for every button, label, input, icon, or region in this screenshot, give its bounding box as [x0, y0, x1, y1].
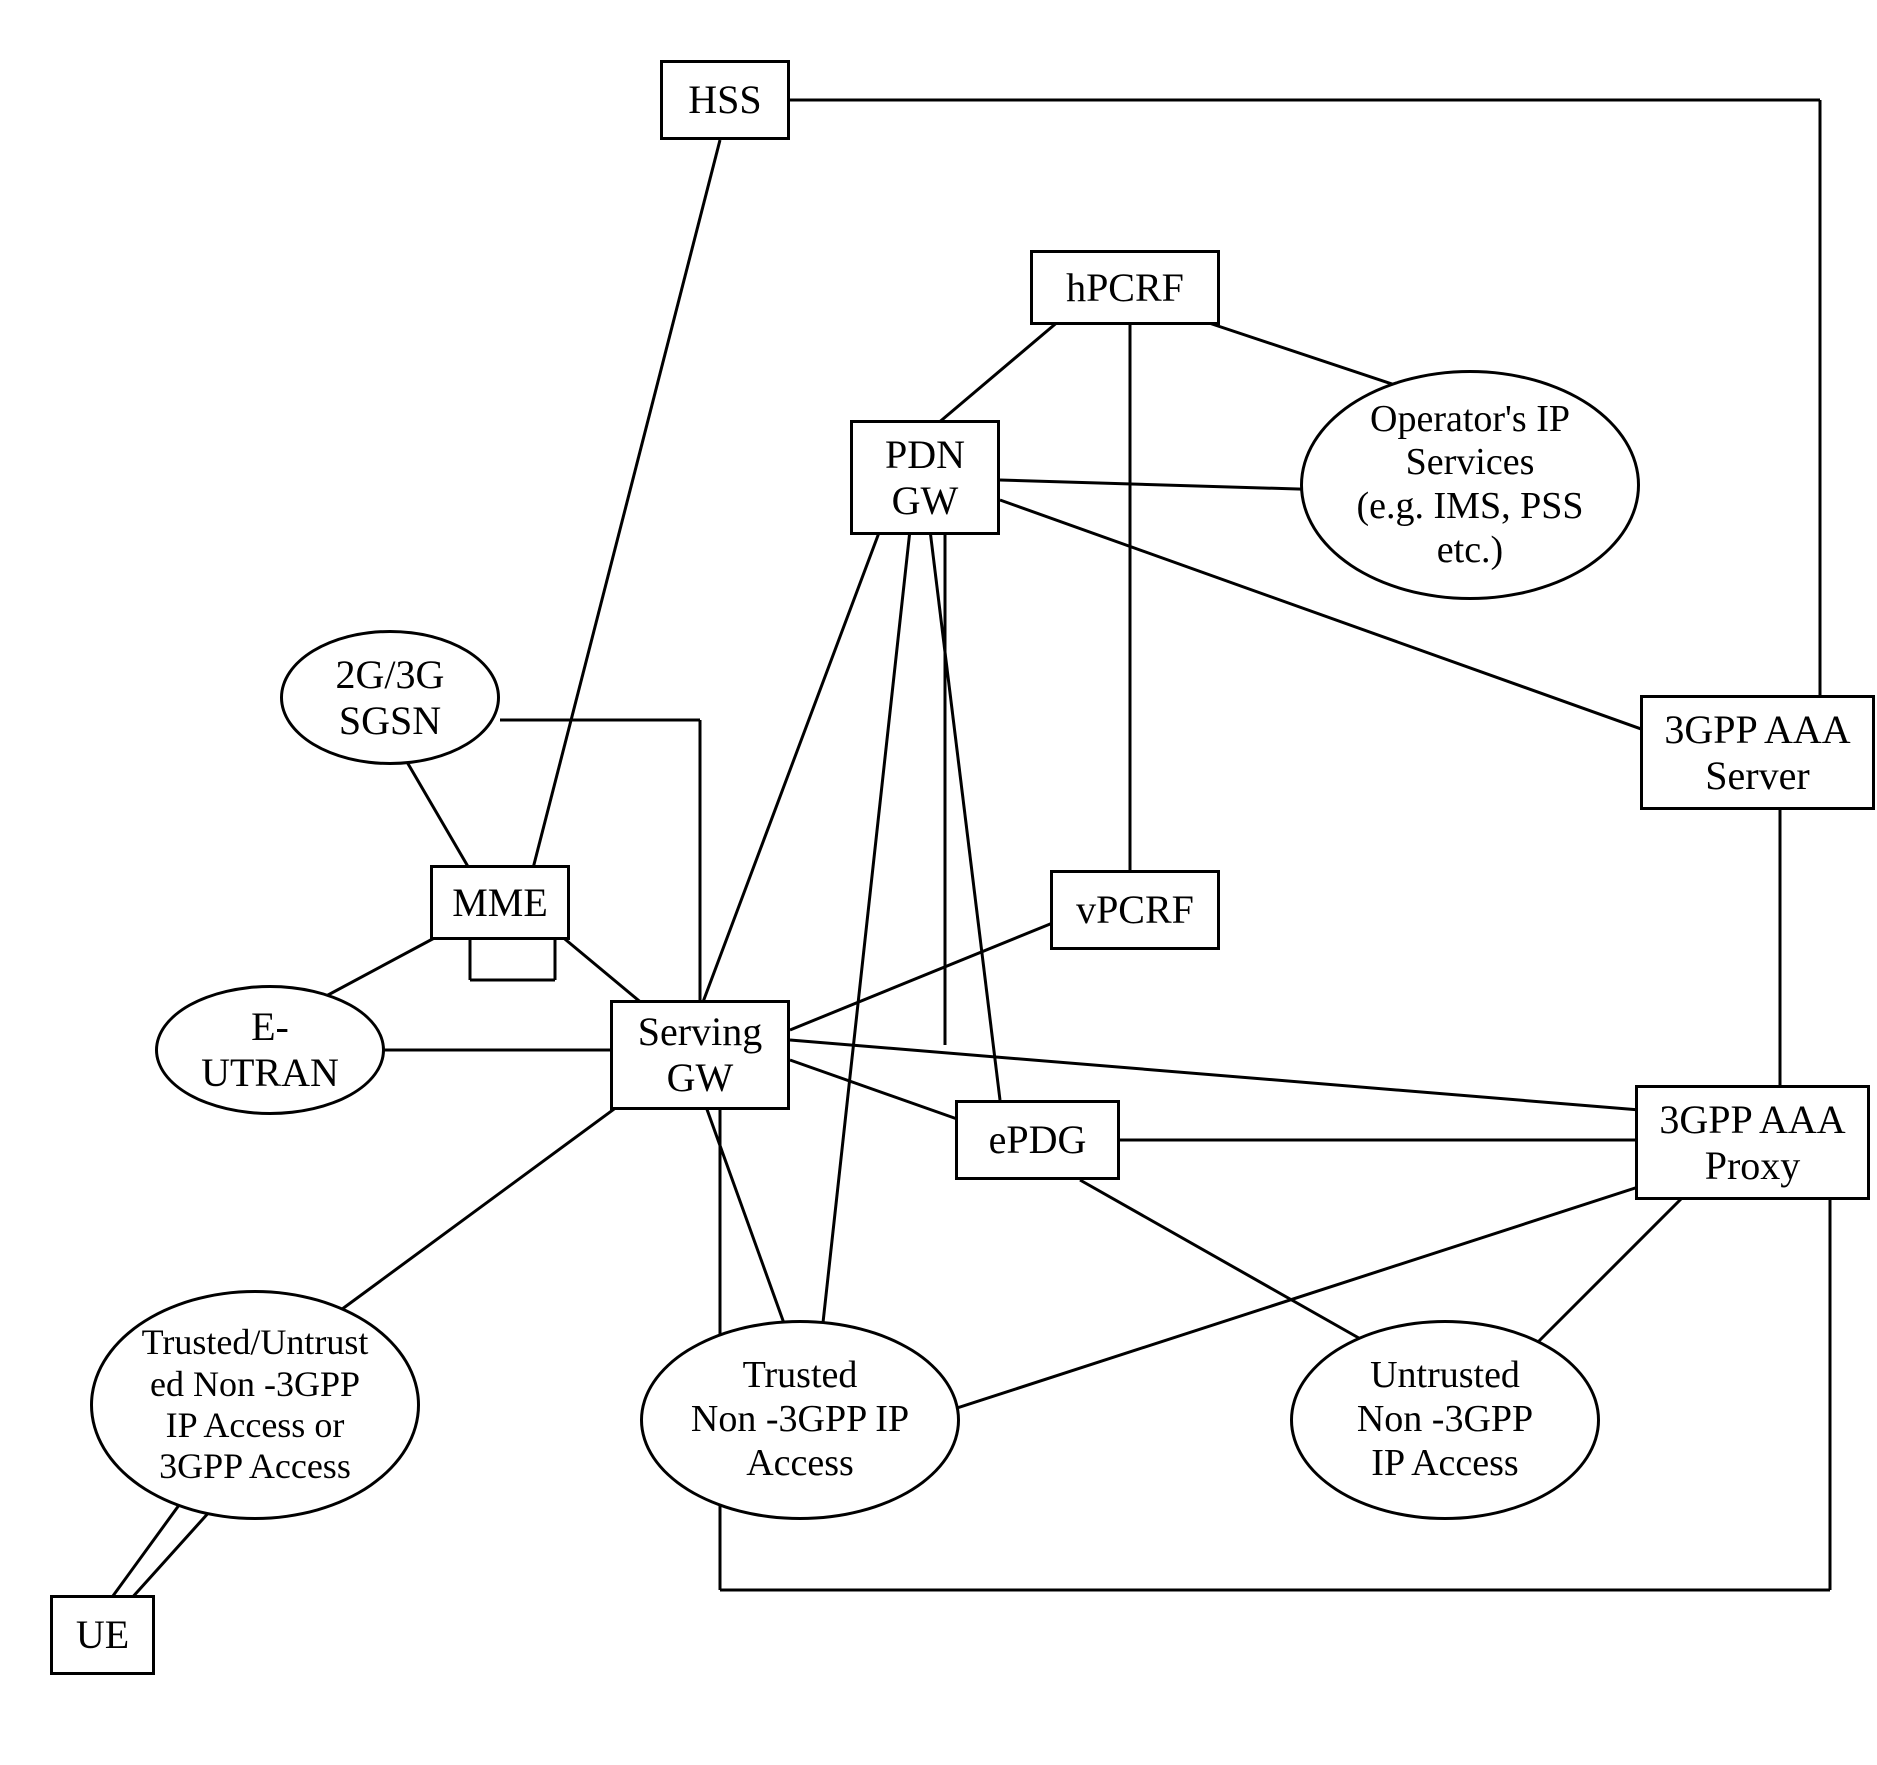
node-trusted-non3gpp-access: Trusted Non -3GPP IP Access	[640, 1320, 960, 1520]
node-operator-ip-services: Operator's IP Services (e.g. IMS, PSS et…	[1300, 370, 1640, 600]
node-ue: UE	[50, 1595, 155, 1675]
label-3gpp-aaa-server: 3GPP AAA Server	[1664, 707, 1850, 799]
label-pdn-gw: PDN GW	[885, 432, 965, 524]
label-operator-ip-services: Operator's IP Services (e.g. IMS, PSS et…	[1357, 398, 1584, 573]
label-vpcrf: vPCRF	[1076, 887, 1194, 933]
label-untrusted-non3gpp-access: Untrusted Non -3GPP IP Access	[1357, 1354, 1533, 1485]
node-vpcrf: vPCRF	[1050, 870, 1220, 950]
node-e-utran: E- UTRAN	[155, 985, 385, 1115]
node-pdn-gw: PDN GW	[850, 420, 1000, 535]
node-serving-gw: Serving GW	[610, 1000, 790, 1110]
label-trusted-untrusted-access: Trusted/Untrust ed Non -3GPP IP Access o…	[142, 1322, 369, 1488]
label-e-utran: E- UTRAN	[201, 1004, 339, 1096]
node-untrusted-non3gpp-access: Untrusted Non -3GPP IP Access	[1290, 1320, 1600, 1520]
node-hpcrf: hPCRF	[1030, 250, 1220, 325]
node-epdg: ePDG	[955, 1100, 1120, 1180]
node-trusted-untrusted-access: Trusted/Untrust ed Non -3GPP IP Access o…	[90, 1290, 420, 1520]
label-trusted-non3gpp-access: Trusted Non -3GPP IP Access	[691, 1354, 909, 1485]
label-ue: UE	[76, 1612, 129, 1658]
node-3gpp-aaa-proxy: 3GPP AAA Proxy	[1635, 1085, 1870, 1200]
label-mme: MME	[452, 880, 548, 926]
label-epdg: ePDG	[989, 1117, 1087, 1163]
node-hss: HSS	[660, 60, 790, 140]
label-3gpp-aaa-proxy: 3GPP AAA Proxy	[1659, 1097, 1845, 1189]
label-hpcrf: hPCRF	[1066, 265, 1184, 311]
node-mme: MME	[430, 865, 570, 940]
diagram-canvas: HSS hPCRF Operator's IP Services (e.g. I…	[0, 0, 1877, 1765]
label-serving-gw: Serving GW	[638, 1009, 762, 1101]
node-2g3g-sgsn: 2G/3G SGSN	[280, 630, 500, 765]
label-2g3g-sgsn: 2G/3G SGSN	[336, 652, 445, 744]
label-hss: HSS	[688, 77, 761, 123]
node-3gpp-aaa-server: 3GPP AAA Server	[1640, 695, 1875, 810]
